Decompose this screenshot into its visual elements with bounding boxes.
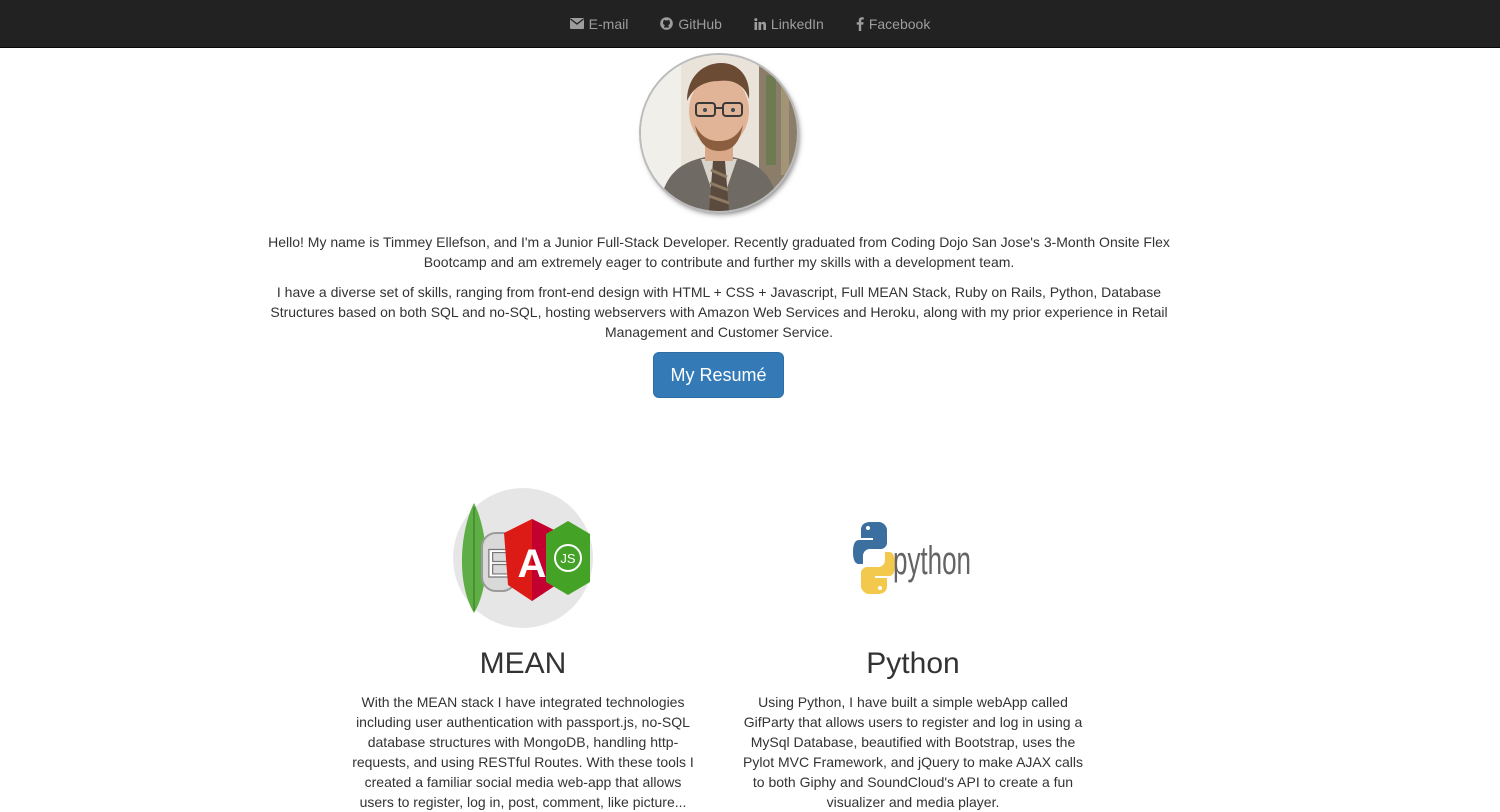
github-icon (660, 17, 674, 30)
skill-title-python: Python (866, 647, 960, 680)
nav-email-link[interactable]: E-mail (554, 0, 645, 47)
nav-facebook-link[interactable]: Facebook (840, 0, 946, 47)
top-navbar: E-mail GitHub LinkedIn Facebook (0, 0, 1500, 48)
skill-card-python: python Python Using Python, I have built… (739, 484, 1087, 812)
nav-github-link[interactable]: GitHub (644, 0, 738, 47)
skill-description-python: Using Python, I have built a simple webA… (743, 694, 1083, 810)
profile-photo (641, 55, 797, 211)
mean-logo-a: A (518, 542, 547, 586)
skill-description-mean: With the MEAN stack I have integrated te… (352, 694, 694, 810)
nav-linkedin-link[interactable]: LinkedIn (738, 0, 840, 47)
bio-intro: Hello! My name is Timmey Ellefson, and I… (268, 234, 1170, 270)
envelope-icon (569, 18, 584, 29)
nav-github-label: GitHub (678, 15, 722, 32)
nav-facebook-label: Facebook (868, 15, 931, 32)
python-logo-text: python (893, 539, 971, 583)
skill-card-mean: E A JS MEAN With the MEAN stack I have i… (349, 484, 697, 812)
mean-logo-js: JS (560, 551, 576, 566)
python-logo: python (739, 484, 1087, 632)
nav-email-label: E-mail (588, 15, 629, 32)
mean-logo: E A JS (349, 484, 697, 632)
linkedin-icon (754, 17, 766, 30)
bio-skills: I have a diverse set of skills, ranging … (270, 284, 1168, 340)
skill-title-mean: MEAN (479, 647, 567, 680)
facebook-icon (856, 16, 864, 31)
resume-button[interactable]: My Resumé (653, 352, 784, 398)
nav-linkedin-label: LinkedIn (770, 15, 824, 32)
